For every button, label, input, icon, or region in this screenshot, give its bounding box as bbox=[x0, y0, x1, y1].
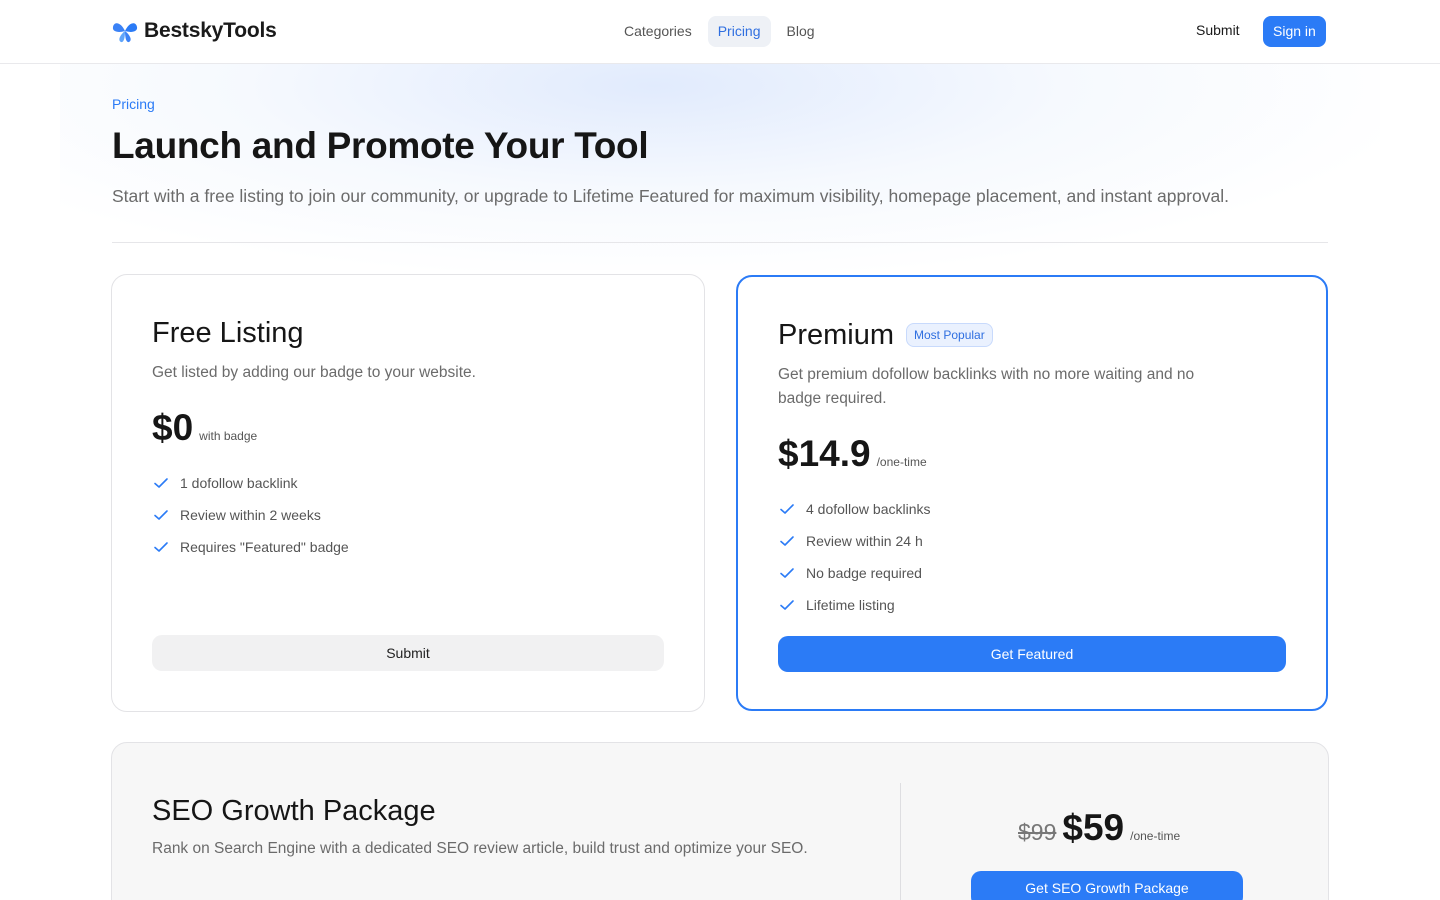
plan-card-free: Free Listing Get listed by adding our ba… bbox=[111, 274, 705, 712]
feature-item: Review within 2 weeks bbox=[152, 499, 664, 531]
plan-description: Get premium dofollow backlinks with no m… bbox=[778, 366, 1195, 407]
check-icon bbox=[154, 478, 168, 488]
feature-label: Lifetime listing bbox=[806, 597, 895, 613]
seo-package-card: SEO Growth Package Rank on Search Engine… bbox=[111, 742, 1329, 900]
section-eyebrow: Pricing bbox=[112, 96, 155, 112]
feature-item: 1 dofollow backlink bbox=[152, 467, 664, 499]
nav-link-categories[interactable]: Categories bbox=[614, 16, 702, 47]
feature-label: Review within 24 h bbox=[806, 533, 923, 549]
feature-label: No badge required bbox=[806, 565, 922, 581]
page-subtitle: Start with a free listing to join our co… bbox=[112, 186, 1229, 206]
check-icon bbox=[780, 600, 794, 610]
get-featured-button[interactable]: Get Featured bbox=[778, 636, 1286, 672]
seo-old-price: $99 bbox=[1018, 819, 1057, 845]
butterfly-logo-icon bbox=[112, 23, 138, 43]
plan-feature-list: 1 dofollow backlink Review within 2 week… bbox=[152, 467, 664, 563]
feature-item: Lifetime listing bbox=[778, 589, 1286, 621]
sign-in-button[interactable]: Sign in bbox=[1263, 16, 1326, 47]
feature-label: 1 dofollow backlink bbox=[180, 475, 298, 491]
feature-item: No badge required bbox=[778, 557, 1286, 589]
brand-name: BestskyTools bbox=[144, 19, 277, 42]
seo-price-note: /one-time bbox=[1130, 829, 1181, 843]
seo-price: $59 bbox=[1062, 807, 1125, 848]
check-icon bbox=[154, 542, 168, 552]
feature-label: Review within 2 weeks bbox=[180, 507, 321, 523]
feature-label: 4 dofollow backlinks bbox=[806, 501, 931, 517]
seo-package-description: Rank on Search Engine with a dedicated S… bbox=[152, 840, 808, 857]
check-icon bbox=[780, 568, 794, 578]
most-popular-badge: Most Popular bbox=[906, 323, 993, 347]
hero-section: Pricing Launch and Promote Your Tool Sta… bbox=[112, 96, 1328, 209]
plan-price-row: $0 with badge bbox=[152, 407, 664, 449]
feature-item: Requires "Featured" badge bbox=[152, 531, 664, 563]
free-submit-button[interactable]: Submit bbox=[152, 635, 664, 671]
plan-price: $0 bbox=[152, 407, 194, 448]
nav-link-pricing[interactable]: Pricing bbox=[707, 16, 771, 47]
plan-feature-list: 4 dofollow backlinks Review within 24 h … bbox=[778, 493, 1286, 621]
top-navbar: BestskyTools Categories Pricing Blog Sub… bbox=[0, 0, 1440, 64]
plan-description: Get listed by adding our badge to your w… bbox=[152, 364, 476, 381]
plan-price-note: /one-time bbox=[876, 455, 927, 469]
feature-item: Review within 24 h bbox=[778, 525, 1286, 557]
plan-title: Free Listing bbox=[152, 316, 304, 349]
seo-divider bbox=[900, 783, 901, 900]
plan-price-row: $14.9 /one-time bbox=[778, 433, 1286, 475]
check-icon bbox=[154, 510, 168, 520]
check-icon bbox=[780, 536, 794, 546]
brand-logo[interactable]: BestskyTools bbox=[112, 18, 277, 44]
plan-card-premium: Premium Most Popular Get premium dofollo… bbox=[736, 275, 1328, 711]
main-nav: Categories Pricing Blog bbox=[614, 16, 825, 47]
feature-label: Requires "Featured" badge bbox=[180, 539, 349, 555]
nav-link-blog[interactable]: Blog bbox=[777, 16, 825, 47]
header-submit-link[interactable]: Submit bbox=[1196, 22, 1240, 38]
seo-price-row: $99 $59 /one-time bbox=[1018, 807, 1180, 849]
get-seo-package-button[interactable]: Get SEO Growth Package bbox=[971, 871, 1243, 900]
plan-price-note: with badge bbox=[199, 429, 258, 443]
plan-price: $14.9 bbox=[778, 433, 871, 474]
page-title: Launch and Promote Your Tool bbox=[112, 125, 649, 166]
seo-package-title: SEO Growth Package bbox=[152, 795, 436, 827]
feature-item: 4 dofollow backlinks bbox=[778, 493, 1286, 525]
plan-title: Premium bbox=[778, 318, 895, 351]
check-icon bbox=[780, 504, 794, 514]
hero-divider bbox=[112, 242, 1328, 243]
